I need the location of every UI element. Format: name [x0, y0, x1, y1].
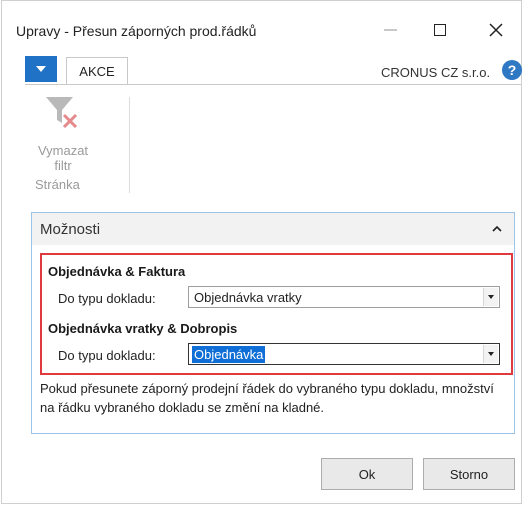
- cancel-button[interactable]: Storno: [423, 458, 515, 490]
- doc-type-select-return-credit[interactable]: Objednávka: [188, 343, 500, 365]
- clear-filter-button[interactable]: Vymazat filtr: [31, 91, 95, 173]
- chevron-down-icon: [488, 295, 494, 299]
- highlight-box: Objednávka & Faktura Do typu dokladu: Ob…: [40, 253, 513, 375]
- app-menu-button[interactable]: [25, 56, 57, 82]
- section-title-return-credit: Objednávka vratky & Dobropis: [48, 321, 238, 336]
- maximize-icon: [434, 24, 446, 36]
- info-note: Pokud přesunete záporný prodejní řádek d…: [40, 381, 494, 415]
- dropdown-button[interactable]: [483, 345, 498, 363]
- help-icon[interactable]: ?: [502, 60, 522, 80]
- ribbon-group-label: Stránka: [35, 177, 80, 192]
- select-value: Objednávka: [192, 346, 266, 363]
- dialog-window: Upravy - Přesun záporných prod.řádků AKC…: [1, 0, 522, 504]
- window-title: Upravy - Přesun záporných prod.řádků: [16, 23, 257, 39]
- tab-akce[interactable]: AKCE: [66, 57, 128, 85]
- doc-type-label: Do typu dokladu:: [58, 348, 156, 363]
- minimize-icon: [383, 29, 397, 31]
- dropdown-button[interactable]: [483, 288, 498, 306]
- ribbon-group-separator: [129, 97, 130, 193]
- maximize-button[interactable]: [426, 17, 454, 43]
- select-value: Objednávka vratky: [194, 290, 302, 305]
- section-title-order-invoice: Objednávka & Faktura: [48, 264, 186, 279]
- doc-type-label: Do typu dokladu:: [58, 291, 156, 306]
- close-icon: [489, 23, 503, 37]
- chevron-up-icon[interactable]: [492, 224, 502, 234]
- options-panel: Možnosti Objednávka & Faktura Do typu do…: [31, 212, 515, 434]
- doc-type-select-order-invoice[interactable]: Objednávka vratky: [188, 286, 500, 308]
- ok-button[interactable]: Ok: [321, 458, 413, 490]
- clear-filter-label: Vymazat filtr: [37, 143, 89, 173]
- close-button[interactable]: [482, 17, 510, 43]
- company-name[interactable]: CRONUS CZ s.r.o.: [381, 65, 490, 80]
- options-title: Možnosti: [40, 221, 101, 238]
- dropdown-arrow-icon: [36, 66, 46, 72]
- ribbon-body: Vymazat filtr Stránka: [25, 85, 145, 195]
- chevron-down-icon: [488, 352, 494, 356]
- options-header[interactable]: Možnosti: [32, 213, 514, 245]
- title-bar: Upravy - Přesun záporných prod.řádků: [2, 1, 521, 45]
- clear-filter-icon: [46, 97, 78, 129]
- minimize-button[interactable]: [376, 17, 404, 43]
